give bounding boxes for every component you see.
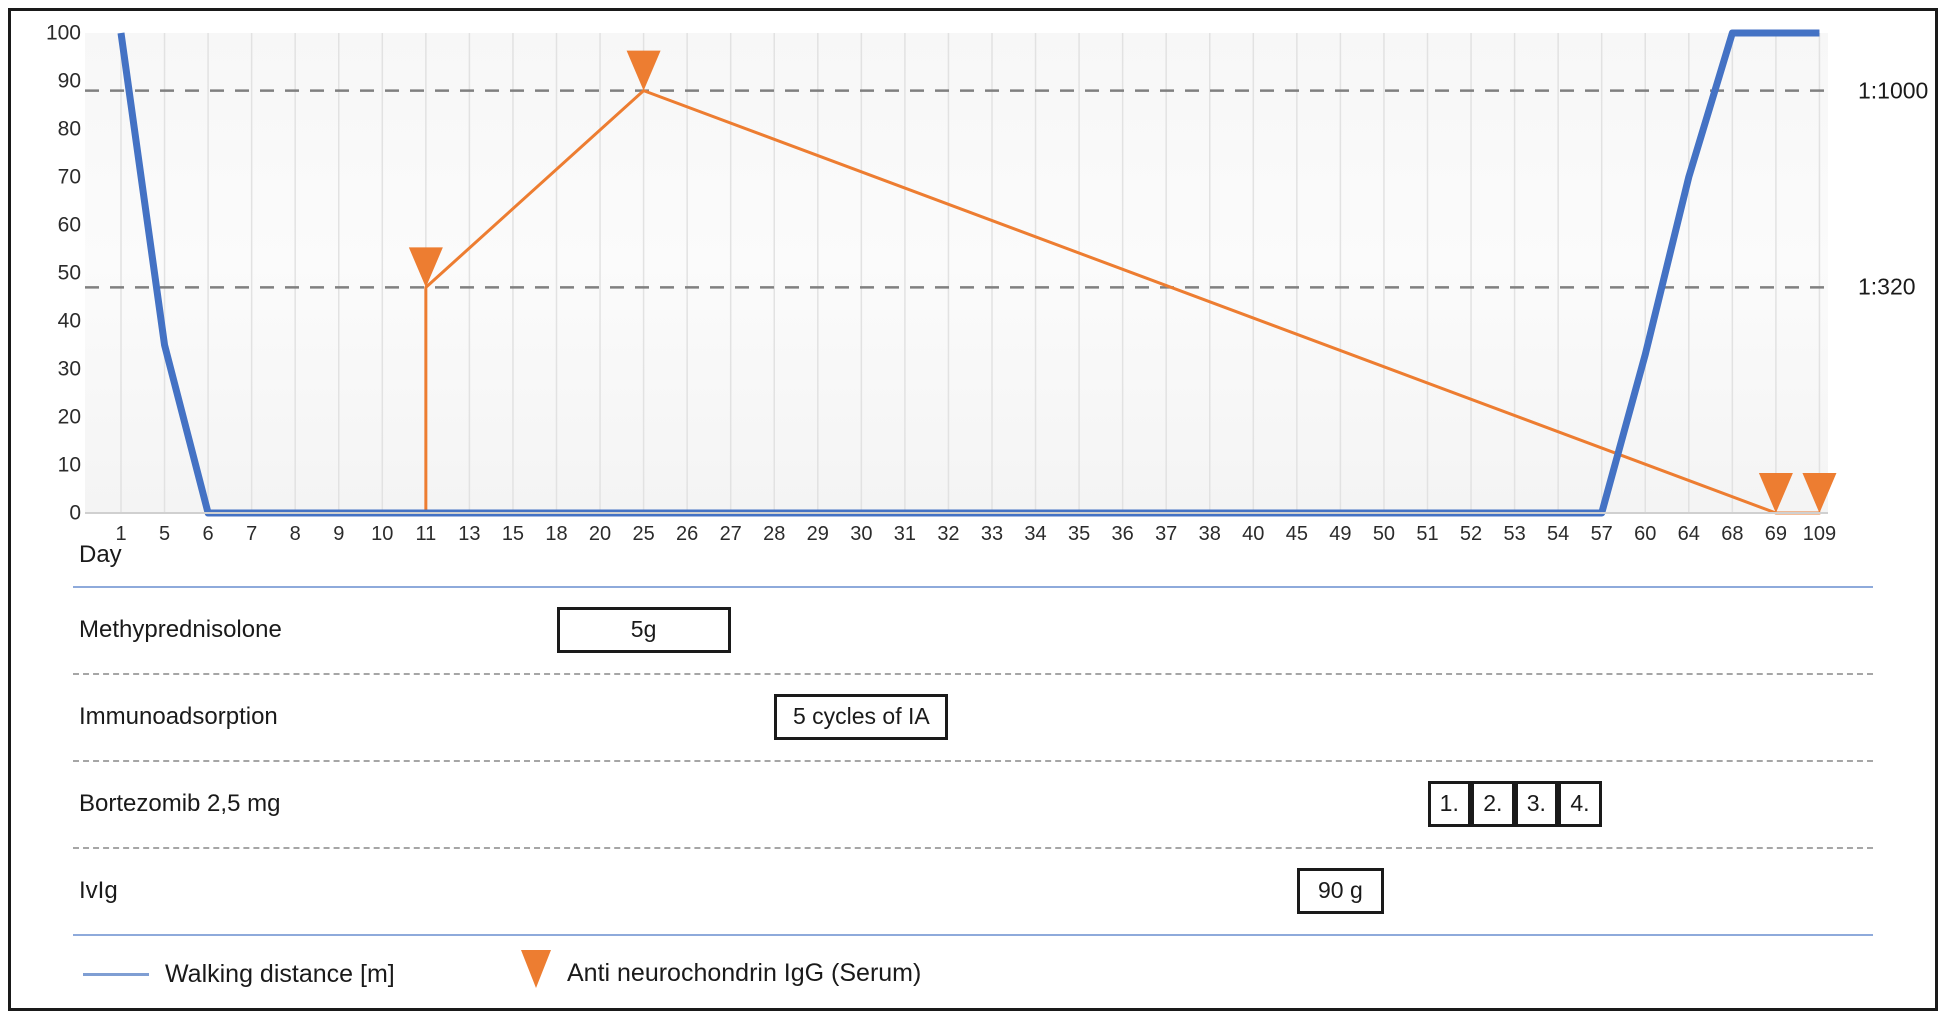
reference-lines: [85, 89, 1834, 289]
figure-border: 100 90 80 70 60 50 40 30 20 10 0 1 5 6 7 8 9 10 11 13 15 18 2…: [8, 8, 1938, 1011]
y-tick-10: 10: [57, 453, 81, 477]
y-tick-80: 80: [57, 117, 81, 141]
timeline-row-separator-2: [73, 847, 1873, 849]
timeline-row-label-1: Immunoadsorption: [79, 702, 278, 730]
serum-marker-day-25: [626, 50, 661, 91]
timeline-divider-top: [73, 586, 1873, 588]
timeline-row-label-3: IvIg: [79, 876, 118, 904]
timeline-divider-bottom: [73, 934, 1873, 936]
timeline-row-separator-0: [73, 673, 1873, 675]
chart-legend: Walking distance [m] Anti neurochondrin …: [11, 950, 1941, 1012]
y-tick-0: 0: [69, 501, 81, 525]
reference-label-1-320: 1:320: [1858, 273, 1916, 300]
treatment-box-2-0[interactable]: 1.: [1427, 780, 1472, 827]
triangle-marker-icon: [521, 950, 551, 988]
y-tick-40: 40: [57, 309, 81, 333]
legend-item-walking-distance: Walking distance [m]: [83, 960, 395, 989]
walking-distance-line: [117, 29, 1820, 517]
y-axis-ticks: 100 90 80 70 60 50 40 30 20 10 0: [11, 23, 81, 524]
y-tick-90: 90: [57, 69, 81, 93]
legend-label-anti-neurochondrin: Anti neurochondrin IgG (Serum): [567, 958, 922, 987]
y-tick-100: 100: [45, 21, 81, 45]
treatment-box-3-0[interactable]: 90 g: [1296, 867, 1384, 914]
timeline-row-label-0: Methyprednisolone: [79, 615, 282, 643]
legend-item-anti-neurochondrin: Anti neurochondrin IgG (Serum): [521, 950, 921, 988]
y-tick-70: 70: [57, 165, 81, 189]
y-tick-60: 60: [57, 213, 81, 237]
chart-region: 100 90 80 70 60 50 40 30 20 10 0 1 5 6 7 8 9 10 11 13 15 18 2…: [11, 11, 1941, 546]
chart-svg: [85, 29, 1837, 517]
y-tick-20: 20: [57, 405, 81, 429]
treatment-box-2-3[interactable]: 4.: [1558, 780, 1602, 827]
serum-marker-day-109: [1802, 473, 1837, 513]
y-tick-50: 50: [57, 261, 81, 285]
treatment-box-0-0[interactable]: 5g: [556, 606, 731, 653]
legend-label-walking-distance: Walking distance [m]: [165, 960, 395, 988]
day-axis-label: Day: [79, 541, 122, 568]
treatment-box-2-2[interactable]: 3.: [1514, 780, 1559, 827]
treatment-box-1-0[interactable]: 5 cycles of IA: [774, 693, 949, 740]
vertical-gridlines: [120, 33, 1821, 513]
figure-root: 100 90 80 70 60 50 40 30 20 10 0 1 5 6 7 8 9 10 11 13 15 18 2…: [0, 0, 1946, 1019]
timeline-row-label-2: Bortezomib 2,5 mg: [79, 789, 281, 817]
treatment-box-2-1[interactable]: 2.: [1471, 780, 1515, 827]
serum-marker-day-11: [408, 247, 443, 288]
y-tick-30: 30: [57, 357, 81, 381]
line-swatch-icon: [83, 973, 149, 976]
reference-label-1-1000: 1:1000: [1858, 77, 1929, 104]
timeline-row-separator-1: [73, 760, 1873, 762]
treatment-timeline: Day Methyprednisolone 5g Immunoadsorption 5…: [11, 531, 1941, 1014]
